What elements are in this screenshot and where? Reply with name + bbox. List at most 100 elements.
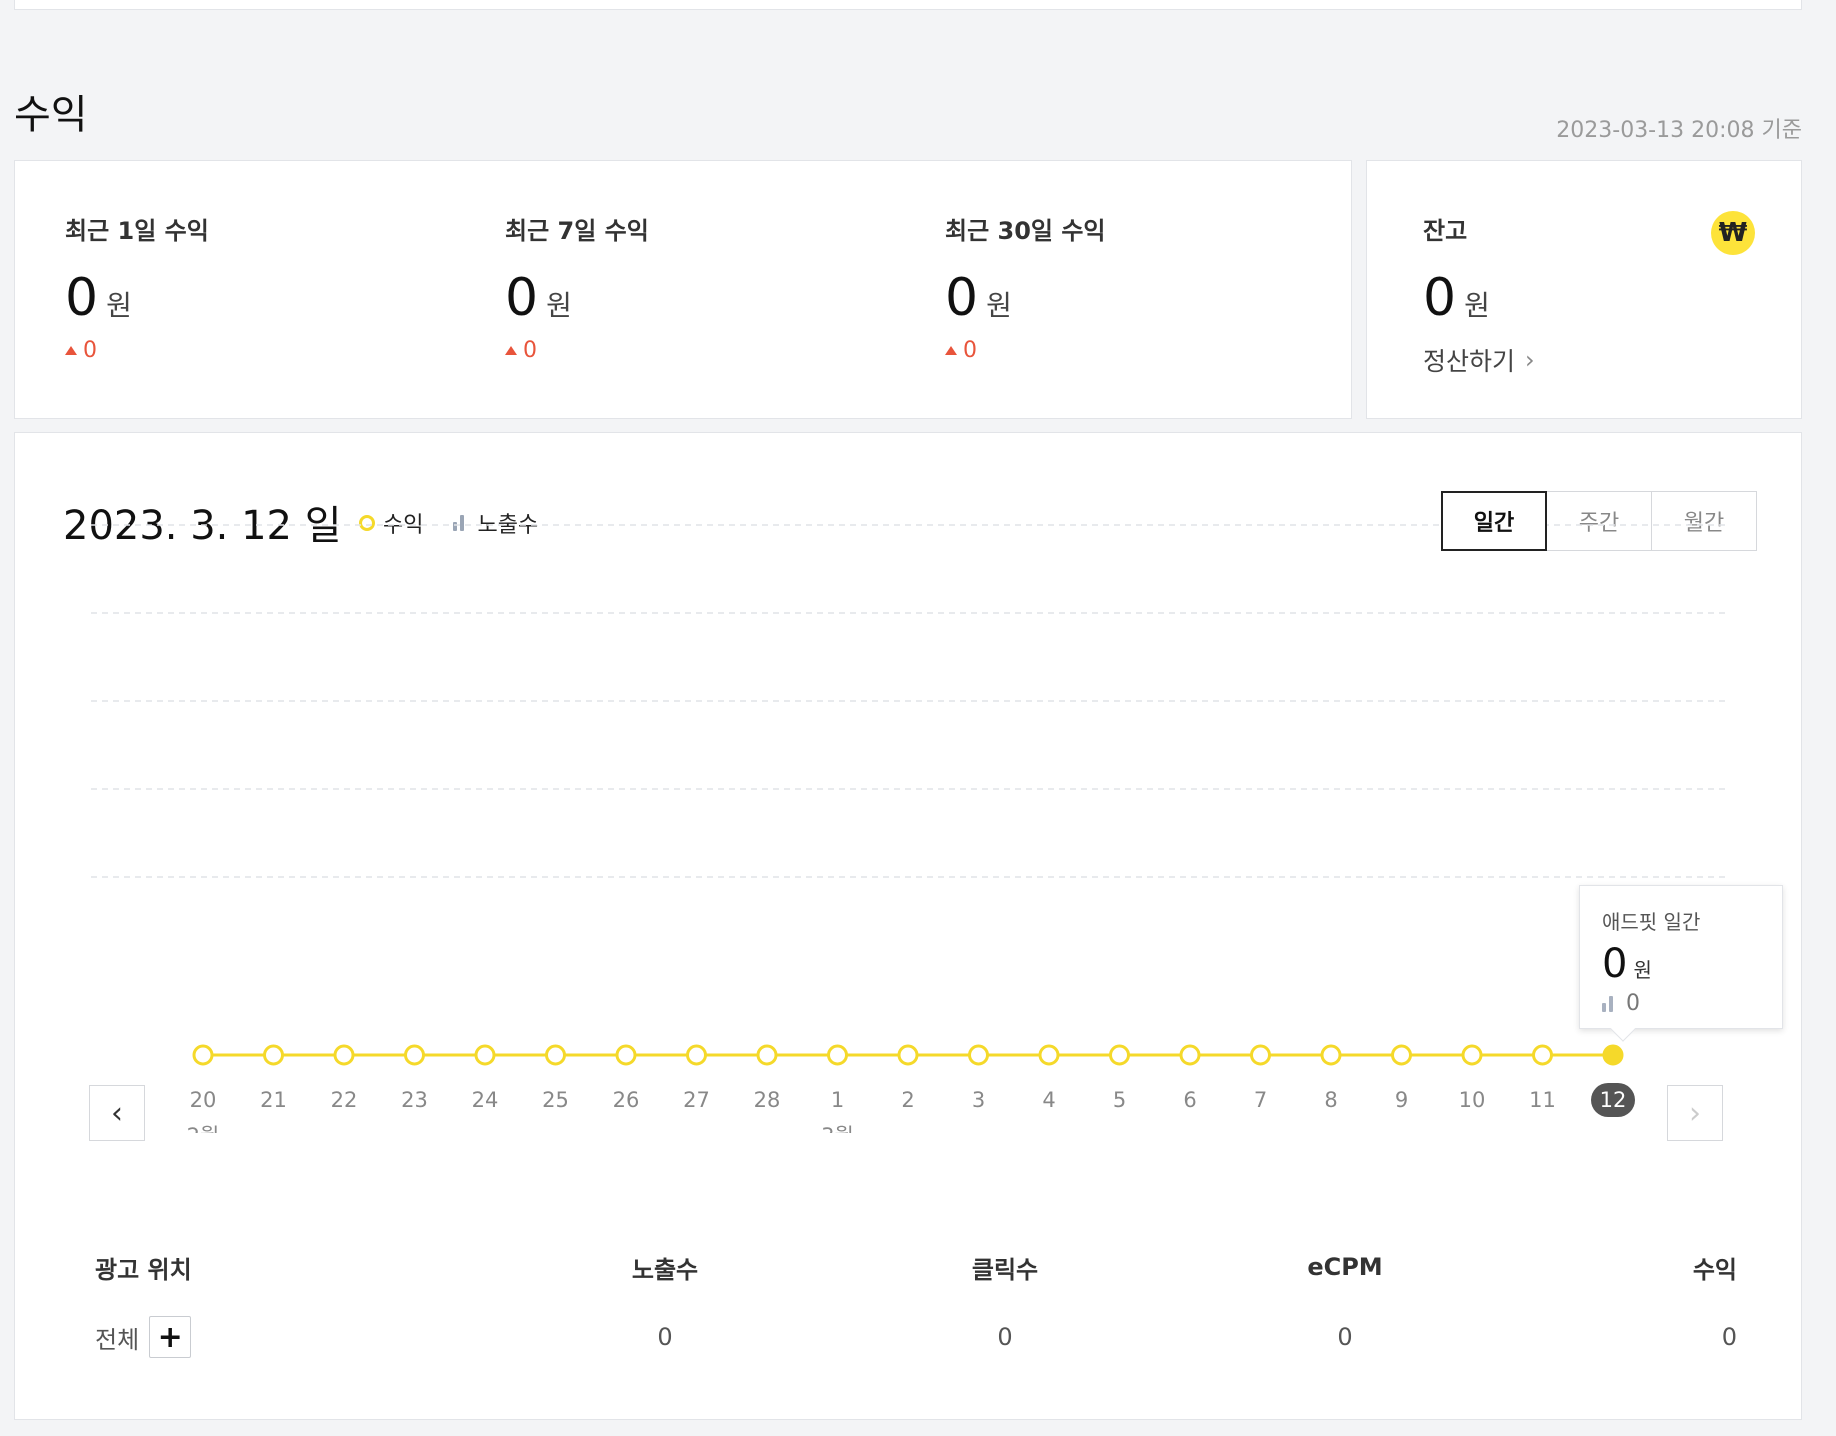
stat-7day: 최근 7일 수익 0 원 0 <box>505 211 649 363</box>
x-tick-label: 28 <box>754 1088 781 1112</box>
data-point <box>615 1044 637 1066</box>
chart-next-button[interactable]: › <box>1667 1085 1723 1141</box>
x-tick-label: 25 <box>542 1088 569 1112</box>
table-header: 수익 <box>1692 1255 1737 1284</box>
data-point <box>1461 1044 1483 1066</box>
data-point <box>827 1044 848 1066</box>
x-tick-label: 24 <box>472 1088 499 1112</box>
x-tick-label: 1 <box>831 1088 844 1112</box>
stat-delta-value: 0 <box>963 338 977 363</box>
table-header: 광고 위치 <box>95 1255 192 1284</box>
stat-label: 최근 1일 수익 <box>65 217 209 245</box>
stat-delta: 0 <box>65 338 209 363</box>
up-triangle-icon <box>945 346 957 355</box>
data-point <box>756 1044 778 1066</box>
stat-unit: 원 <box>986 289 1012 322</box>
stat-label: 최근 30일 수익 <box>945 217 1106 245</box>
x-tick-label: 3 <box>972 1088 985 1112</box>
chart-prev-button[interactable]: ‹ <box>89 1085 145 1141</box>
table-header: 노출수 <box>631 1255 699 1284</box>
table-row: 전체 + 0 0 0 0 <box>95 1297 1737 1377</box>
data-point <box>968 1044 989 1066</box>
page-title: 수익 <box>14 92 88 138</box>
x-tick-label: 2 <box>901 1088 914 1112</box>
x-tick-label: 21 <box>260 1088 287 1112</box>
chevron-right-icon: › <box>1525 346 1535 374</box>
month-label: 3월 <box>821 1124 854 1133</box>
x-tick-label: 22 <box>331 1088 358 1112</box>
stat-unit: 원 <box>546 289 572 322</box>
chevron-left-icon: ‹ <box>111 1095 123 1131</box>
stat-delta-value: 0 <box>83 338 97 363</box>
stat-value: 0 <box>505 268 539 328</box>
up-triangle-icon <box>65 346 77 355</box>
month-label: 2월 <box>187 1124 220 1133</box>
stat-label: 최근 7일 수익 <box>505 217 649 245</box>
won-coin-icon: ₩ <box>1711 211 1755 255</box>
revenue-summary-card: 최근 1일 수익 0 원 0 최근 7일 수익 0 원 0 최근 30일 수익 … <box>14 160 1352 419</box>
settle-link[interactable]: 정산하기 › <box>1423 342 1535 378</box>
x-tick-label: 4 <box>1042 1088 1055 1112</box>
x-tick-label: 11 <box>1529 1088 1556 1112</box>
balance-label: 잔고 <box>1423 217 1468 245</box>
data-point <box>1602 1044 1624 1066</box>
stat-30day: 최근 30일 수익 0 원 0 <box>945 211 1106 363</box>
x-tick-label: 26 <box>613 1088 640 1112</box>
balance-card: 잔고 0 원 정산하기 › ₩ <box>1366 160 1802 419</box>
data-point <box>192 1044 214 1066</box>
position-label: 전체 <box>95 1325 140 1354</box>
balance-unit: 원 <box>1464 289 1490 322</box>
data-point <box>1038 1044 1060 1066</box>
x-tick-label: 7 <box>1254 1088 1267 1112</box>
data-point <box>1250 1044 1271 1066</box>
table-header: eCPM <box>1307 1253 1383 1281</box>
balance-stat: 잔고 0 원 정산하기 › <box>1423 211 1535 378</box>
data-point <box>545 1044 566 1066</box>
expand-plus-button[interactable]: + <box>149 1316 192 1358</box>
tooltip-impressions: 0 <box>1602 991 1782 1016</box>
period-daily-button[interactable]: 일간 <box>1441 491 1547 551</box>
top-card-edge <box>14 0 1802 10</box>
revenue-chart-card: 2023. 3. 12 일 수익 노출수 일간 주간 월간 20 21 22 23 24… <box>14 432 1802 1420</box>
stat-value: 0 <box>945 268 979 328</box>
up-triangle-icon <box>505 346 517 355</box>
table-cell: 0 <box>997 1323 1013 1351</box>
x-tick-label: 6 <box>1183 1088 1196 1112</box>
data-point <box>1179 1044 1201 1066</box>
data-point <box>404 1044 425 1066</box>
table-header: 클릭수 <box>971 1255 1039 1284</box>
x-tick-label: 9 <box>1395 1088 1408 1112</box>
tooltip-value: 0 <box>1602 941 1628 987</box>
stat-value: 0 <box>65 268 99 328</box>
x-tick-label: 23 <box>401 1088 428 1112</box>
ad-position-table: 광고 위치 노출수 클릭수 eCPM 수익 전체 + 0 0 0 0 <box>95 1237 1737 1377</box>
stat-delta-value: 0 <box>523 338 537 363</box>
x-tick-label: 27 <box>683 1088 710 1112</box>
bar-chart-icon <box>1602 995 1616 1012</box>
tooltip-impressions-value: 0 <box>1626 991 1640 1016</box>
data-point <box>1391 1044 1412 1066</box>
tooltip-unit: 원 <box>1633 958 1652 982</box>
x-tick-label: 5 <box>1113 1088 1126 1112</box>
table-cell-position: 전체 + <box>95 1316 495 1358</box>
chevron-right-icon: › <box>1689 1095 1701 1131</box>
data-point <box>1320 1044 1342 1066</box>
stat-delta: 0 <box>505 338 649 363</box>
stat-1day: 최근 1일 수익 0 원 0 <box>65 211 209 363</box>
table-cell: 0 <box>1337 1323 1353 1351</box>
table-cell: 0 <box>1721 1323 1737 1351</box>
stat-delta: 0 <box>945 338 1106 363</box>
data-point <box>686 1044 707 1066</box>
data-point <box>474 1044 496 1066</box>
data-point <box>333 1044 355 1066</box>
x-tick-label: 8 <box>1324 1088 1337 1112</box>
data-point <box>897 1044 919 1066</box>
data-point <box>263 1044 284 1066</box>
x-tick-label: 20 <box>190 1088 217 1112</box>
settle-label: 정산하기 <box>1423 347 1516 376</box>
table-cell: 0 <box>657 1323 673 1351</box>
x-tick-label: 10 <box>1459 1088 1486 1112</box>
balance-value: 0 <box>1423 268 1457 328</box>
data-point <box>1532 1044 1553 1066</box>
stat-unit: 원 <box>106 289 132 322</box>
